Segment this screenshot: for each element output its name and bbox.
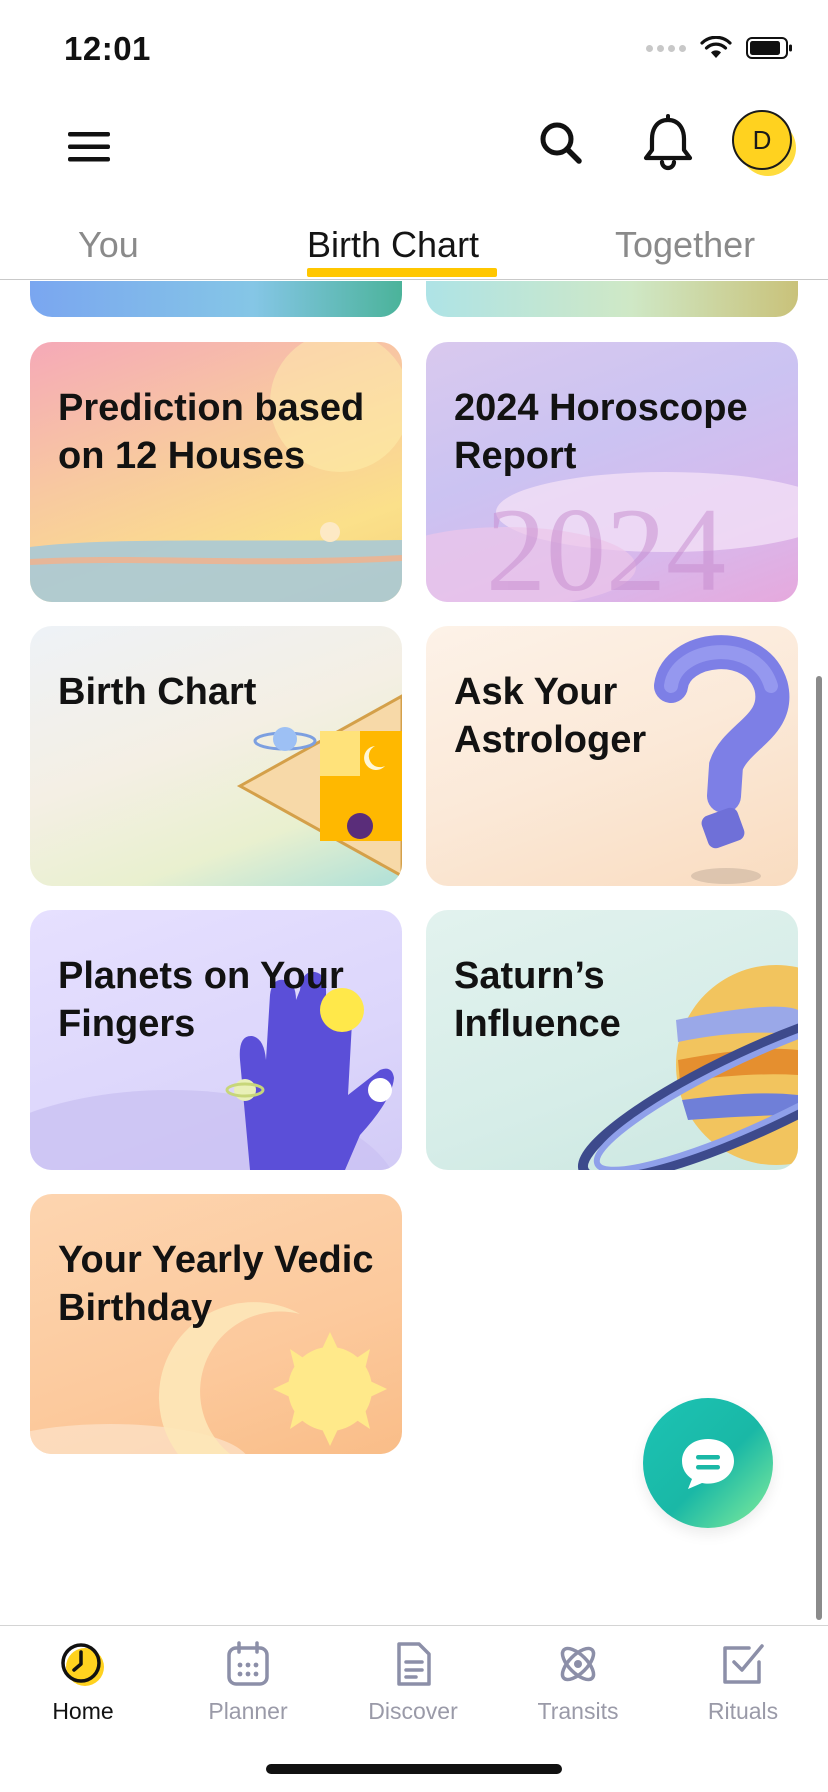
tab-birth-chart[interactable]: Birth Chart: [307, 224, 479, 266]
card-partial-right[interactable]: [426, 281, 798, 317]
card-ask-your-astrologer[interactable]: Ask Your Astrologer: [426, 626, 798, 886]
status-icons: [646, 36, 794, 60]
search-icon[interactable]: [536, 118, 586, 168]
card-prediction-12-houses[interactable]: Prediction based on 12 Houses: [30, 342, 402, 602]
card-saturns-influence[interactable]: Saturn’s Influence: [426, 910, 798, 1170]
nav-label: Discover: [368, 1698, 458, 1724]
nav-label: Home: [52, 1698, 114, 1724]
nav-transits[interactable]: Transits: [513, 1640, 643, 1725]
card-title: 2024 Horoscope Report: [454, 387, 748, 477]
card-partial-left[interactable]: [30, 281, 402, 317]
chart-illustration: [30, 626, 402, 886]
card-title: Your Yearly Vedic Birthday: [58, 1239, 374, 1329]
status-bar: 12:01: [0, 0, 828, 100]
nav-label: Planner: [208, 1698, 288, 1724]
calendar-icon: [227, 1641, 269, 1686]
wifi-icon: [700, 36, 732, 60]
avatar[interactable]: D: [732, 110, 792, 170]
nav-home[interactable]: Home: [18, 1640, 148, 1725]
tab-active-indicator: [307, 268, 497, 277]
chat-button[interactable]: [643, 1398, 773, 1528]
tab-bar: You Birth Chart Together: [0, 210, 828, 280]
nav-planner[interactable]: Planner: [183, 1640, 313, 1725]
tab-together[interactable]: Together: [615, 224, 755, 266]
checkbox-icon: [723, 1644, 764, 1684]
bell-icon[interactable]: [640, 114, 696, 172]
watermark-year: 2024: [486, 483, 726, 602]
nav-rituals[interactable]: Rituals: [678, 1640, 808, 1725]
card-title: Prediction based on 12 Houses: [58, 387, 365, 477]
nav-label: Transits: [537, 1698, 619, 1724]
status-time: 12:01: [64, 30, 151, 67]
atom-icon: [560, 1646, 596, 1682]
nav-discover[interactable]: Discover: [348, 1640, 478, 1725]
tab-you[interactable]: You: [78, 224, 139, 266]
hamburger-menu-icon[interactable]: [64, 122, 114, 172]
card-yearly-vedic-birthday[interactable]: Your Yearly Vedic Birthday: [30, 1194, 402, 1454]
card-title: Ask Your Astrologer: [454, 671, 647, 761]
card-title: Planets on Your Fingers: [58, 955, 344, 1045]
home-indicator: [266, 1764, 562, 1774]
card-birth-chart[interactable]: Birth Chart: [30, 626, 402, 886]
nav-label: Rituals: [707, 1698, 779, 1724]
top-bar: D: [0, 100, 828, 210]
chat-bubble-icon: [682, 1439, 734, 1489]
document-icon: [397, 1642, 431, 1686]
scrollbar[interactable]: [816, 676, 822, 1620]
card-title: Saturn’s Influence: [454, 955, 621, 1045]
home-clock-icon: [61, 1643, 104, 1686]
card-2024-horoscope-report[interactable]: 2024 2024 Horoscope Report: [426, 342, 798, 602]
signal-icon: [646, 44, 686, 52]
card-planets-on-your-fingers[interactable]: Planets on Your Fingers: [30, 910, 402, 1170]
battery-icon: [746, 36, 794, 60]
card-title: Birth Chart: [58, 671, 257, 713]
